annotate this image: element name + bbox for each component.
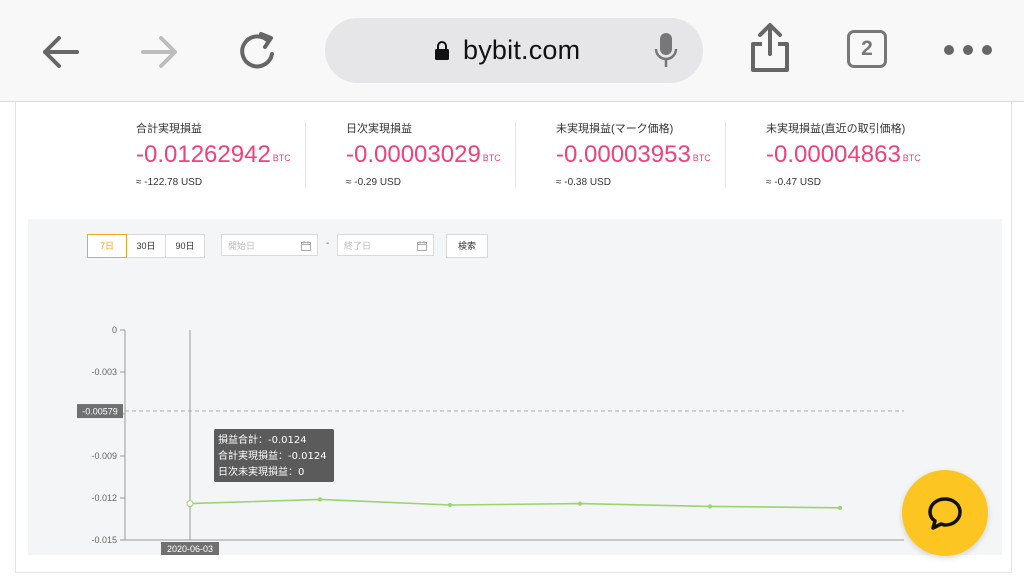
- stat-label: 未実現損益(直近の取引価格): [766, 123, 906, 135]
- stat-value: -0.00003029 BTC: [346, 141, 501, 168]
- tooltip-line: 損益合計：-0.0124: [218, 433, 307, 446]
- pnl-page: 合計実現損益 -0.01262942 BTC ≈ -122.78 USD 日次実現…: [15, 102, 1012, 573]
- y-tick-label: -0.015: [91, 535, 117, 545]
- stat-unrealized-last: 未実現損益(直近の取引価格) -0.00004863 BTC ≈ -0.47 US…: [766, 122, 921, 189]
- y-tick-label: 0: [112, 325, 117, 335]
- stat-usd: ≈ -0.47 USD: [766, 177, 821, 188]
- chat-support-button[interactable]: [902, 470, 988, 556]
- stat-value: -0.00003953 BTC: [556, 141, 711, 168]
- stat-total-realized: 合計実現損益 -0.01262942 BTC ≈ -122.78 USD: [136, 122, 291, 189]
- tooltip-line: 合計実現損益：-0.0124: [218, 449, 327, 462]
- microphone-icon[interactable]: [653, 32, 679, 70]
- data-point: [447, 502, 453, 508]
- share-icon[interactable]: [746, 22, 794, 72]
- reload-icon[interactable]: [234, 28, 282, 76]
- data-point: [707, 504, 713, 509]
- divider: [725, 122, 726, 188]
- crosshair-y-label: -0.00579: [82, 407, 118, 417]
- chat-bubble-icon: [928, 497, 962, 530]
- stat-unrealized-mark: 未実現損益(マーク価格) -0.00003953 BTC ≈ -0.38 USD: [556, 122, 711, 189]
- stat-value: -0.00004863 BTC: [766, 141, 921, 168]
- lock-icon: [435, 41, 449, 60]
- crosshair-x-label: 2020-06-03: [167, 544, 213, 554]
- stat-label: 未実現損益(マーク価格): [556, 123, 674, 135]
- data-point: [837, 505, 843, 510]
- back-arrow-icon[interactable]: [37, 28, 85, 76]
- stat-usd: ≈ -0.38 USD: [556, 177, 611, 188]
- data-point: [577, 501, 583, 506]
- stat-usd: ≈ -0.29 USD: [346, 177, 401, 188]
- divider: [305, 122, 306, 188]
- url-text: bybit.com: [463, 35, 581, 65]
- range-7d-button[interactable]: 7日: [87, 234, 127, 258]
- stat-daily-realized: 日次実現損益 -0.00003029 BTC ≈ -0.29 USD: [346, 122, 501, 189]
- data-point: [317, 497, 323, 502]
- chart-panel: 7日 30日 90日 開始日 - 終了日 検索 0-0.003-0.006-0.…: [28, 219, 1002, 555]
- stat-usd: ≈ -122.78 USD: [136, 177, 203, 188]
- stat-label: 合計実現損益: [136, 123, 202, 135]
- stat-value: -0.01262942 BTC: [136, 141, 291, 168]
- forward-arrow-icon[interactable]: [135, 28, 183, 76]
- data-point: [186, 500, 194, 508]
- pnl-line-chart: 0-0.003-0.006-0.009-0.012-0.015-0.005792…: [77, 325, 904, 555]
- y-tick-label: -0.003: [91, 367, 117, 377]
- address-bar[interactable]: bybit.com: [325, 18, 703, 83]
- divider: [515, 122, 516, 188]
- more-options-icon[interactable]: [943, 44, 993, 56]
- browser-toolbar: bybit.com 2: [0, 0, 1024, 102]
- series-line: [189, 498, 841, 509]
- y-tick-label: -0.009: [91, 451, 117, 461]
- stat-label: 日次実現損益: [346, 123, 412, 135]
- tooltip-line: 日次未実現損益：0: [218, 465, 304, 478]
- y-tick-label: -0.012: [91, 493, 117, 503]
- tab-count-button[interactable]: 2: [847, 30, 887, 68]
